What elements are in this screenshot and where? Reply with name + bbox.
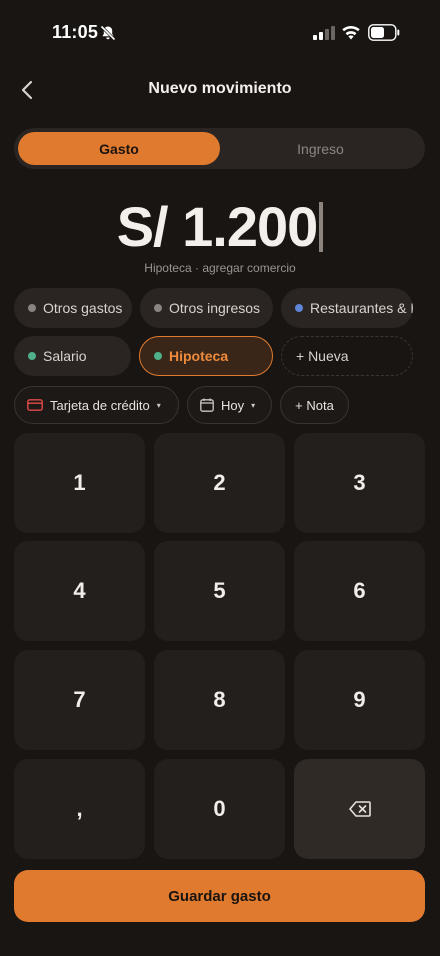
status-time: 11:05 <box>52 22 99 42</box>
credit-card-icon <box>27 399 43 411</box>
category-dot <box>28 304 36 312</box>
category-label: Salario <box>43 348 87 364</box>
category-dot <box>154 352 162 360</box>
category-chip-otros-ingresos[interactable]: Otros ingresos <box>140 288 273 328</box>
category-chip-otros-gastos[interactable]: Otros gastos <box>14 288 132 328</box>
add-note-button[interactable]: + Nota <box>280 386 349 424</box>
selected-category-label: Hipoteca <box>144 261 192 275</box>
amount-display: S/ 1.200 <box>0 194 440 259</box>
date-selector[interactable]: Hoy ▾ <box>187 386 272 424</box>
subtitle-separator: · <box>191 261 203 275</box>
category-chip-salario[interactable]: Salario <box>14 336 131 376</box>
key-8[interactable]: 8 <box>154 650 285 750</box>
key-0[interactable]: 0 <box>154 759 285 859</box>
battery-icon <box>368 24 400 41</box>
category-dot <box>28 352 36 360</box>
key-1[interactable]: 1 <box>14 433 145 533</box>
amount-value: S/ 1.200 <box>116 195 319 258</box>
bell-muted-icon <box>100 25 116 41</box>
key-comma[interactable]: , <box>14 759 145 859</box>
cellular-signal-icon <box>313 26 335 40</box>
tab-gasto[interactable]: Gasto <box>18 132 220 165</box>
category-label: Hipoteca <box>169 348 229 364</box>
add-merchant-link[interactable]: agregar comercio <box>202 261 295 275</box>
category-dot <box>295 304 303 312</box>
date-label: Hoy <box>221 397 245 413</box>
key-6[interactable]: 6 <box>294 541 425 641</box>
type-segmented-control: Gasto Ingreso <box>14 128 425 169</box>
payment-method-label: Tarjeta de crédito <box>50 397 150 413</box>
tab-ingreso[interactable]: Ingreso <box>220 132 421 165</box>
new-category-label: + Nueva <box>296 348 349 364</box>
category-chip-hipoteca[interactable]: Hipoteca <box>139 336 273 376</box>
category-dot <box>154 304 162 312</box>
category-label: Restaurantes & Bares <box>310 300 413 316</box>
add-note-label: + Nota <box>295 397 334 413</box>
key-7[interactable]: 7 <box>14 650 145 750</box>
key-2[interactable]: 2 <box>154 433 285 533</box>
text-cursor <box>319 202 324 252</box>
category-label: Otros ingresos <box>169 300 261 316</box>
key-3[interactable]: 3 <box>294 433 425 533</box>
page-title: Nuevo movimiento <box>148 80 292 97</box>
backspace-key[interactable] <box>294 759 425 859</box>
category-label: Otros gastos <box>43 300 123 316</box>
payment-method-selector[interactable]: Tarjeta de crédito ▾ <box>14 386 179 424</box>
save-expense-button[interactable]: Guardar gasto <box>14 870 425 922</box>
key-5[interactable]: 5 <box>154 541 285 641</box>
calendar-icon <box>200 398 214 412</box>
new-category-button[interactable]: + Nueva <box>281 336 413 376</box>
category-chip-restaurantes[interactable]: Restaurantes & Bares <box>281 288 413 328</box>
caret-down-icon: ▾ <box>156 400 161 410</box>
caret-down-icon: ▾ <box>251 400 256 410</box>
key-4[interactable]: 4 <box>14 541 145 641</box>
backspace-icon <box>348 801 371 817</box>
key-9[interactable]: 9 <box>294 650 425 750</box>
amount-subtitle: Hipoteca · agregar comercio <box>0 261 440 275</box>
status-bar: 11:05 <box>0 0 440 62</box>
wifi-icon <box>342 25 360 40</box>
new-transaction-screen: 11:05 Nuevo movimiento Gasto Ingreso S/ … <box>0 0 440 956</box>
